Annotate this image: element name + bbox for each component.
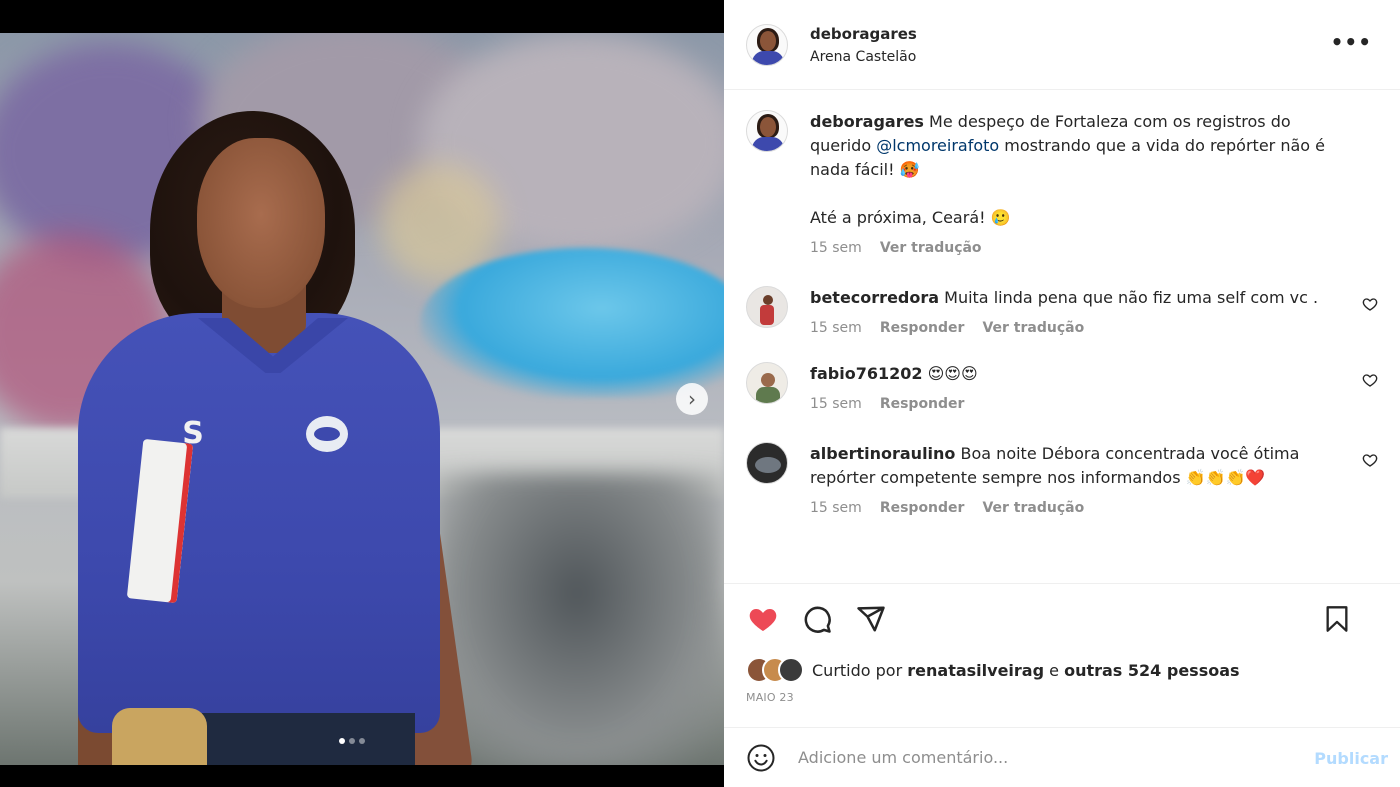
author-username[interactable]: deboragares: [810, 25, 917, 43]
commenter-username[interactable]: albertinoraulino: [810, 444, 955, 463]
caption-username[interactable]: deboragares: [810, 112, 924, 131]
caption-line2: Até a próxima, Ceará!: [810, 208, 986, 227]
like-comment-icon[interactable]: [1362, 452, 1378, 468]
post-date[interactable]: MAIO 23: [724, 687, 1400, 727]
emoji-picker-icon[interactable]: [746, 743, 776, 773]
commenter-avatar[interactable]: [746, 442, 788, 484]
carousel-dot: [359, 738, 365, 744]
bookmark-icon: [1326, 606, 1348, 632]
add-comment-bar: Publicar: [724, 727, 1400, 787]
translate-button[interactable]: Ver tradução: [982, 320, 1084, 336]
caption: deboragares Me despeço de Fortaleza com …: [746, 110, 1378, 256]
comment: betecorredora Muita linda pena que não f…: [746, 286, 1378, 336]
more-options-button[interactable]: •••: [1331, 30, 1372, 54]
caption-time[interactable]: 15 sem: [810, 240, 862, 256]
emoji: 🥲: [990, 208, 1011, 227]
caption-text: deboragares Me despeço de Fortaleza com …: [810, 110, 1340, 182]
save-button[interactable]: [1320, 602, 1354, 636]
instagram-post-modal: S › deboragares Arena Castelão ••• debor…: [0, 0, 1400, 787]
more-horizontal-icon: •••: [1330, 30, 1372, 54]
likes-others-link[interactable]: outras 524 pessoas: [1064, 661, 1239, 680]
translate-button[interactable]: Ver tradução: [880, 240, 982, 256]
reply-button[interactable]: Responder: [880, 396, 965, 412]
commenter-username[interactable]: betecorredora: [810, 288, 939, 307]
post-photo[interactable]: S: [0, 33, 724, 765]
like-button[interactable]: [746, 602, 780, 636]
comment: fabio761202 😍😍😍 15 sem Responder: [746, 362, 1378, 412]
umbrella: [420, 248, 724, 398]
publish-button[interactable]: Publicar: [1314, 749, 1388, 768]
comment: albertinoraulino Boa noite Débora concen…: [746, 442, 1378, 516]
comments-section: deboragares Me despeço de Fortaleza com …: [724, 90, 1400, 583]
carousel-next-button[interactable]: ›: [676, 383, 708, 415]
comment-bubble-icon: [804, 606, 831, 633]
like-comment-icon[interactable]: [1362, 296, 1378, 312]
translate-button[interactable]: Ver tradução: [982, 500, 1084, 516]
post-location[interactable]: Arena Castelão: [810, 49, 917, 65]
action-bar: [724, 583, 1400, 653]
comment-button[interactable]: [800, 602, 834, 636]
comment-input[interactable]: [798, 748, 1268, 767]
person-face: [197, 138, 325, 308]
person-shirt: [78, 313, 440, 733]
carousel-dots: [339, 738, 365, 744]
mention-link[interactable]: @lcmoreirafoto: [876, 136, 999, 155]
reply-button[interactable]: Responder: [880, 320, 965, 336]
post-media: S ›: [0, 0, 724, 787]
carousel-dot: [339, 738, 345, 744]
post-header: deboragares Arena Castelão •••: [724, 0, 1400, 90]
post-panel: deboragares Arena Castelão ••• deboragar…: [724, 0, 1400, 787]
emoji: 🥵: [899, 160, 920, 179]
comment-time[interactable]: 15 sem: [810, 320, 862, 336]
commenter-username[interactable]: fabio761202: [810, 364, 922, 383]
author-avatar[interactable]: [746, 23, 788, 66]
comment-text: 😍😍😍: [927, 364, 978, 383]
like-comment-icon[interactable]: [1362, 372, 1378, 388]
comment-time[interactable]: 15 sem: [810, 396, 862, 412]
chevron-right-icon: ›: [688, 387, 696, 411]
paper-plane-icon: [857, 606, 885, 631]
carousel-dot: [349, 738, 355, 744]
author-avatar[interactable]: [746, 110, 788, 152]
globo-logo: [306, 416, 348, 452]
comment-text: Muita linda pena que não fiz uma self co…: [944, 288, 1319, 307]
liker-username[interactable]: renatasilveirag: [907, 661, 1044, 680]
share-button[interactable]: [854, 602, 888, 636]
comment-time[interactable]: 15 sem: [810, 500, 862, 516]
heart-filled-icon: [749, 608, 777, 631]
likes-summary: Curtido por renatasilveirag e outras 524…: [724, 653, 1400, 687]
commenter-avatar[interactable]: [746, 286, 788, 328]
commenter-avatar[interactable]: [746, 362, 788, 404]
reply-button[interactable]: Responder: [880, 500, 965, 516]
liker-avatar[interactable]: [778, 657, 804, 683]
